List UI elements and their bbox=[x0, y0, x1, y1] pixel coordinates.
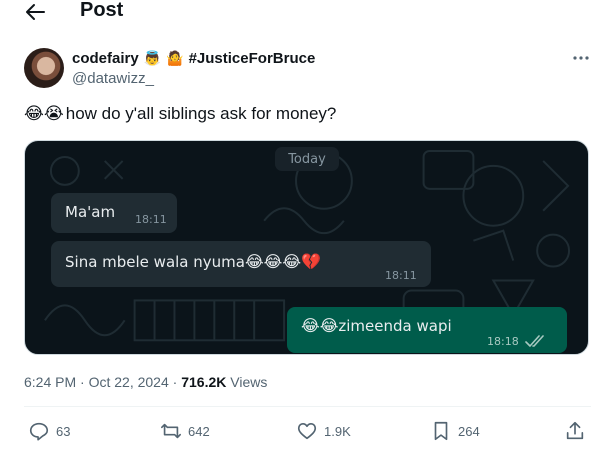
laughing-crying-emojis: 😂😭 bbox=[24, 103, 64, 124]
user-handle[interactable]: @datawizz_ bbox=[72, 70, 154, 87]
reply-button[interactable]: 63 bbox=[28, 420, 70, 442]
views-count: 716.2K bbox=[181, 374, 227, 390]
post-time[interactable]: 6:24 PM bbox=[24, 374, 76, 390]
message-emojis: 😂😂 bbox=[301, 316, 339, 335]
bookmark-count: 264 bbox=[458, 423, 480, 439]
like-count: 1.9K bbox=[324, 423, 351, 439]
tweet-media-image[interactable]: Today Ma'am 18:11 Sina mbele wala nyuma😂… bbox=[24, 140, 589, 355]
tweet-body: how do y'all siblings ask for money? bbox=[65, 104, 337, 123]
share-icon bbox=[566, 421, 584, 440]
message-text: Ma'am bbox=[65, 203, 116, 221]
message-time: 18:18 bbox=[487, 335, 519, 348]
meta-separator: · bbox=[76, 374, 89, 390]
message-text: Sina mbele wala nyuma😂😂😂💔 bbox=[65, 252, 321, 271]
repost-count: 642 bbox=[188, 423, 210, 439]
chat-message-incoming: Sina mbele wala nyuma😂😂😂💔 18:11 bbox=[51, 241, 431, 287]
share-button[interactable] bbox=[564, 420, 586, 442]
profile-hashtag: #JusticeForBruce bbox=[188, 50, 316, 67]
date-chip: Today bbox=[275, 147, 339, 171]
avatar[interactable] bbox=[24, 48, 64, 88]
post-meta: 6:24 PM · Oct 22, 2024 · 716.2K Views bbox=[24, 374, 267, 390]
angel-emoji: 👼 bbox=[143, 50, 162, 67]
message-time: 18:11 bbox=[385, 269, 417, 282]
heart-icon bbox=[297, 423, 317, 440]
message-emojis: 😂😂😂💔 bbox=[244, 252, 321, 271]
page-title: Post bbox=[80, 0, 124, 21]
reply-icon bbox=[29, 422, 49, 441]
double-check-icon bbox=[525, 335, 544, 347]
meta-separator: · bbox=[168, 374, 182, 390]
author-name-row: codefairy 👼 🤷 #JusticeForBruce bbox=[72, 50, 315, 67]
repost-button[interactable]: 642 bbox=[160, 420, 210, 442]
post-date[interactable]: Oct 22, 2024 bbox=[89, 374, 169, 390]
action-bar: 63 642 1.9K 264 bbox=[0, 420, 615, 446]
like-button[interactable]: 1.9K bbox=[296, 420, 351, 442]
reply-count: 63 bbox=[56, 423, 71, 439]
divider bbox=[24, 406, 591, 407]
display-name[interactable]: codefairy bbox=[72, 50, 139, 67]
more-options-icon[interactable] bbox=[571, 48, 591, 68]
top-bar: Post bbox=[0, 0, 615, 24]
shrug-emoji: 🤷 bbox=[166, 50, 184, 67]
bookmark-icon bbox=[434, 421, 448, 441]
arrow-left-icon[interactable] bbox=[24, 2, 46, 22]
tweet-text: 😂😭 how do y'all siblings ask for money? bbox=[24, 104, 336, 124]
views-label: Views bbox=[226, 374, 268, 390]
repost-icon bbox=[161, 423, 181, 439]
chat-message-incoming: Ma'am 18:11 bbox=[51, 193, 177, 233]
message-text: 😂😂zimeenda wapi bbox=[301, 316, 452, 335]
bookmark-button[interactable]: 264 bbox=[430, 420, 480, 442]
message-time: 18:11 bbox=[135, 213, 167, 226]
chat-message-outgoing: 😂😂zimeenda wapi 18:18 bbox=[287, 307, 567, 353]
